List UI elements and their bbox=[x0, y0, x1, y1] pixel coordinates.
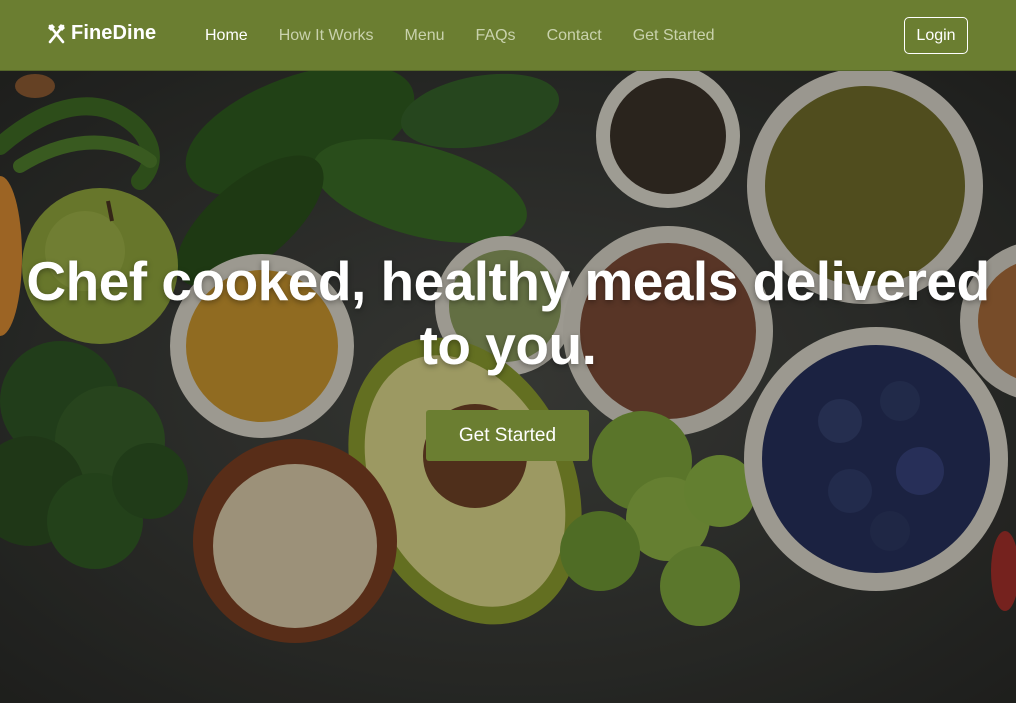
nav-link-menu[interactable]: Menu bbox=[405, 27, 445, 45]
fork-knife-icon bbox=[48, 23, 65, 43]
get-started-button[interactable]: Get Started bbox=[426, 410, 589, 461]
main-nav: Home How It Works Menu FAQs Contact Get … bbox=[205, 0, 746, 71]
nav-link-get-started[interactable]: Get Started bbox=[633, 27, 715, 45]
nav-link-faqs[interactable]: FAQs bbox=[476, 27, 516, 45]
brand-logo[interactable]: FineDine bbox=[47, 22, 156, 45]
nav-link-contact[interactable]: Contact bbox=[547, 27, 602, 45]
hero-title: Chef cooked, healthy meals delivered to … bbox=[26, 250, 990, 376]
hero-content: Chef cooked, healthy meals delivered to … bbox=[0, 249, 1016, 377]
nav-link-home[interactable]: Home bbox=[205, 27, 248, 45]
hero-overlay bbox=[0, 71, 1016, 703]
login-button[interactable]: Login bbox=[904, 17, 968, 54]
hero-section: Chef cooked, healthy meals delivered to … bbox=[0, 71, 1016, 703]
brand-name: FineDine bbox=[71, 22, 157, 44]
nav-link-how-it-works[interactable]: How It Works bbox=[279, 27, 374, 45]
navbar: FineDine Home How It Works Menu FAQs Con… bbox=[0, 0, 1016, 71]
